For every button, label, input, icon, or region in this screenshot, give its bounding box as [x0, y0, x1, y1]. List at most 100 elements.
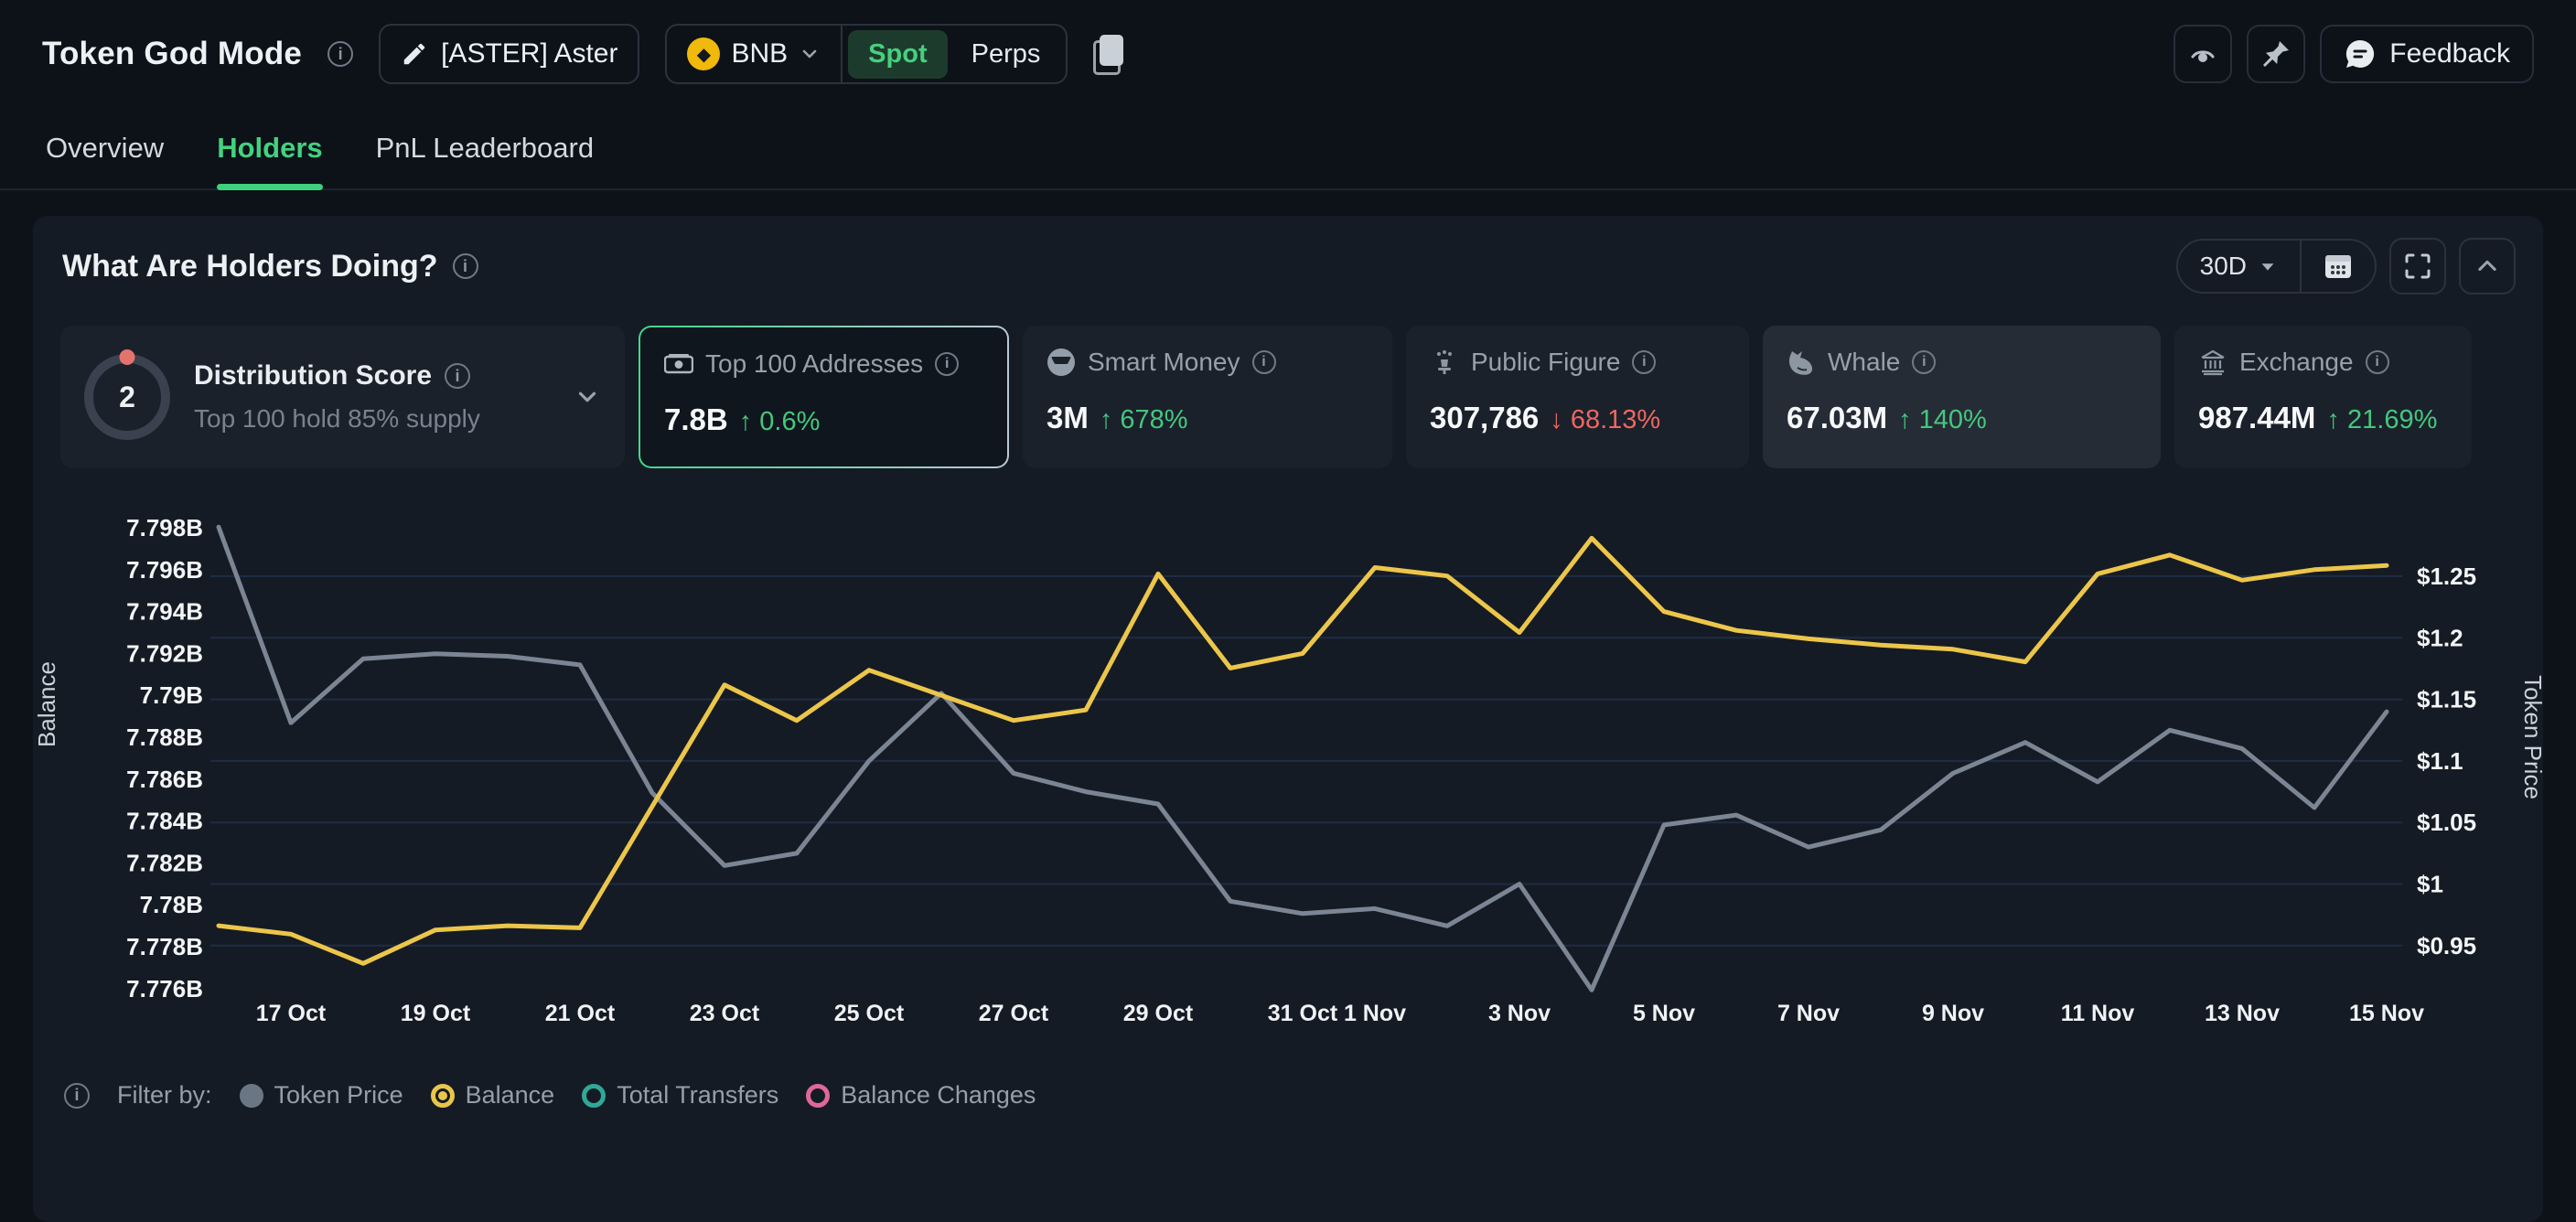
tab-perps[interactable]: Perps: [951, 30, 1061, 79]
stat-title: Top 100 Addresses: [705, 349, 923, 379]
svg-text:$1.25: $1.25: [2417, 563, 2476, 590]
svg-text:11 Nov: 11 Nov: [2061, 1001, 2135, 1026]
svg-text:$1.15: $1.15: [2417, 686, 2476, 713]
filter-info-icon[interactable]: i: [64, 1083, 90, 1109]
chevron-down-icon: [799, 43, 821, 65]
panel-title: What Are Holders Doing?: [62, 249, 438, 284]
fullscreen-button[interactable]: [2389, 238, 2446, 295]
tab-pnl-leaderboard[interactable]: PnL Leaderboard: [376, 108, 594, 188]
svg-text:31 Oct: 31 Oct: [1268, 1001, 1338, 1026]
range-value: 30D: [2200, 252, 2247, 281]
exchange-icon: [2198, 348, 2227, 377]
stat-value: 307,786: [1430, 401, 1539, 435]
info-icon[interactable]: i: [2366, 350, 2389, 374]
filter-item-label: Balance Changes: [841, 1081, 1036, 1109]
whale-card[interactable]: Whale i 67.03M ↑ 140%: [1763, 326, 2161, 468]
svg-text:$1: $1: [2417, 871, 2443, 898]
stat-value: 7.8B: [664, 402, 728, 437]
distribution-score-info-icon[interactable]: i: [445, 363, 470, 389]
holders-panel: What Are Holders Doing? i 30D: [33, 216, 2543, 1222]
svg-text:7.798B: 7.798B: [126, 514, 203, 541]
line-chart[interactable]: 7.798B7.796B7.794B7.792B7.79B7.788B7.786…: [33, 472, 2543, 1076]
svg-text:15 Nov: 15 Nov: [2349, 1001, 2424, 1026]
info-icon[interactable]: i: [935, 352, 959, 376]
svg-text:7.78B: 7.78B: [140, 891, 203, 918]
svg-text:7.784B: 7.784B: [126, 808, 203, 835]
svg-text:27 Oct: 27 Oct: [979, 1001, 1049, 1026]
copy-icon[interactable]: [1093, 35, 1124, 73]
top-bar: Token God Mode i [ASTER] Aster ◆ BNB Spo…: [0, 0, 2576, 108]
token-price-radio-icon: [240, 1084, 263, 1108]
distribution-score-title: Distribution Score: [194, 360, 432, 391]
svg-text:29 Oct: 29 Oct: [1123, 1001, 1194, 1026]
svg-text:7.796B: 7.796B: [126, 556, 203, 584]
svg-text:21 Oct: 21 Oct: [545, 1001, 616, 1026]
svg-text:7.776B: 7.776B: [126, 975, 203, 1002]
watch-button[interactable]: [2174, 25, 2232, 83]
smart-money-card[interactable]: Smart Money i 3M ↑ 678%: [1023, 326, 1392, 468]
svg-text:$0.95: $0.95: [2417, 932, 2476, 959]
svg-text:7.792B: 7.792B: [126, 639, 203, 667]
top-100-addresses-card[interactable]: Top 100 Addresses i 7.8B ↑ 0.6%: [639, 326, 1009, 468]
chevron-down-icon[interactable]: [574, 383, 601, 411]
pencil-icon: [401, 40, 428, 68]
info-icon[interactable]: i: [1252, 350, 1276, 374]
stat-change: ↑ 140%: [1898, 405, 1987, 435]
chain-selector[interactable]: ◆ BNB: [667, 38, 841, 70]
pin-icon: [2260, 38, 2292, 70]
svg-text:7.778B: 7.778B: [126, 933, 203, 960]
filter-total-transfers[interactable]: Total Transfers: [582, 1081, 778, 1109]
series-token-price: [219, 527, 2387, 990]
tab-overview[interactable]: Overview: [46, 108, 164, 188]
token-selector[interactable]: [ASTER] Aster: [379, 24, 639, 84]
svg-text:7.782B: 7.782B: [126, 849, 203, 876]
chain-market-group: ◆ BNB Spot Perps: [665, 24, 1068, 84]
panel-title-info-icon[interactable]: i: [453, 253, 478, 279]
svg-text:Balance: Balance: [33, 661, 60, 747]
distribution-score-value: 2: [119, 381, 135, 414]
filter-token-price[interactable]: Token Price: [240, 1081, 403, 1109]
eye-icon: [2187, 38, 2218, 70]
public-figure-icon: [1430, 348, 1459, 377]
svg-text:7.794B: 7.794B: [126, 598, 203, 626]
app-title-info-icon[interactable]: i: [327, 41, 353, 67]
svg-text:$1.2: $1.2: [2417, 624, 2463, 651]
filter-balance-changes[interactable]: Balance Changes: [806, 1081, 1036, 1109]
exchange-card[interactable]: Exchange i 987.44M ↑ 21.69%: [2174, 326, 2472, 468]
stat-change: ↓ 68.13%: [1550, 405, 1660, 435]
svg-text:23 Oct: 23 Oct: [690, 1001, 760, 1026]
feedback-button[interactable]: Feedback: [2320, 25, 2534, 83]
calendar-icon: [2324, 252, 2353, 280]
distribution-score-card[interactable]: 2 Distribution Score i Top 100 hold 85% …: [60, 326, 625, 468]
svg-text:7.786B: 7.786B: [126, 766, 203, 793]
filter-item-label: Token Price: [274, 1081, 403, 1109]
stat-change: ↑ 0.6%: [739, 407, 821, 437]
distribution-score-subtitle: Top 100 hold 85% supply: [194, 404, 550, 434]
chevron-down-icon: [2258, 256, 2278, 276]
calendar-button[interactable]: [2302, 252, 2375, 280]
svg-text:7.79B: 7.79B: [140, 681, 203, 709]
tab-holders[interactable]: Holders: [217, 108, 322, 188]
series-balance: [219, 538, 2387, 963]
filter-balance[interactable]: Balance: [431, 1081, 555, 1109]
public-figure-card[interactable]: Public Figure i 307,786 ↓ 68.13%: [1406, 326, 1749, 468]
page-tabs: Overview Holders PnL Leaderboard: [0, 108, 2576, 190]
chat-bubble-icon: [2344, 38, 2377, 70]
holders-activity-chart[interactable]: 7.798B7.796B7.794B7.792B7.79B7.788B7.786…: [33, 472, 2543, 1076]
svg-text:$1.1: $1.1: [2417, 747, 2463, 775]
token-selector-label: [ASTER] Aster: [441, 38, 617, 70]
info-icon[interactable]: i: [1912, 350, 1936, 374]
balance-changes-radio-icon: [806, 1084, 830, 1108]
filter-item-label: Total Transfers: [617, 1081, 778, 1109]
smart-money-icon: [1046, 348, 1076, 377]
info-icon[interactable]: i: [1632, 350, 1656, 374]
svg-text:25 Oct: 25 Oct: [834, 1001, 905, 1026]
tab-spot[interactable]: Spot: [848, 30, 947, 79]
stat-value: 67.03M: [1787, 401, 1887, 435]
panel-controls: 30D: [2176, 238, 2516, 295]
svg-text:17 Oct: 17 Oct: [256, 1001, 327, 1026]
pin-button[interactable]: [2247, 25, 2305, 83]
range-selector[interactable]: 30D: [2178, 252, 2300, 281]
collapse-button[interactable]: [2459, 238, 2516, 295]
svg-text:5 Nov: 5 Nov: [1633, 1001, 1695, 1026]
